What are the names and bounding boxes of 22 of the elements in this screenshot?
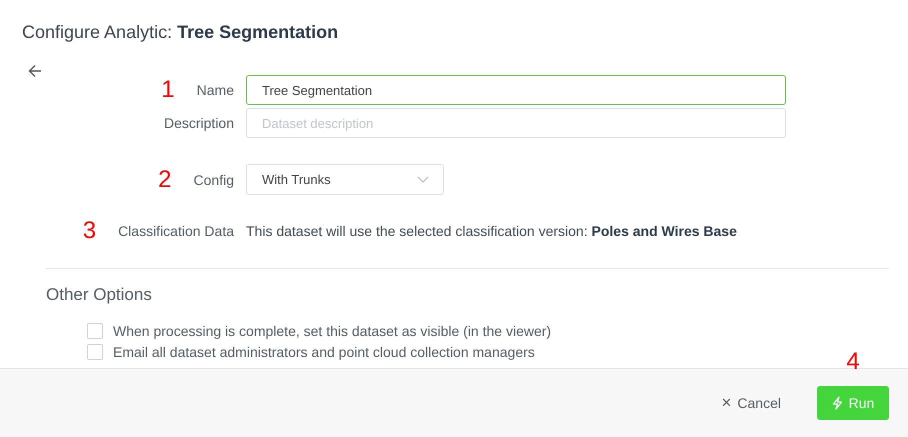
- checkbox-label: Email all dataset administrators and point cloud collection managers: [113, 344, 535, 360]
- text-field[interactable]: Dataset description: [246, 108, 786, 138]
- text-field[interactable]: Tree Segmentation: [246, 75, 786, 105]
- back-arrow-icon[interactable]: [28, 64, 42, 78]
- annotation-number: 2: [158, 168, 172, 192]
- cancel-button[interactable]: × Cancel: [721, 393, 781, 413]
- field-label: Config: [194, 172, 234, 188]
- annotation-number: 1: [161, 78, 175, 102]
- annotation-number: 4: [845, 350, 861, 374]
- checkbox[interactable]: [87, 344, 103, 360]
- dialog-title: Configure Analytic: Tree Segmentation: [22, 21, 340, 44]
- chevron-down-icon: [417, 176, 429, 183]
- config-dropdown[interactable]: With Trunks: [246, 164, 444, 195]
- checkbox[interactable]: [87, 322, 103, 338]
- field-label: Description: [164, 115, 234, 131]
- section-title: Other Options: [46, 284, 153, 306]
- field-label: Name: [196, 82, 234, 98]
- annotation-number: 3: [82, 219, 96, 243]
- checkbox-label: When processing is complete, set this dataset as visible (in the viewer): [113, 322, 552, 338]
- classification-text: This dataset will use the selected classification version: Poles and Wires Base: [246, 222, 737, 241]
- field-label: Classification Data: [118, 223, 234, 239]
- lightning-icon: [832, 396, 843, 410]
